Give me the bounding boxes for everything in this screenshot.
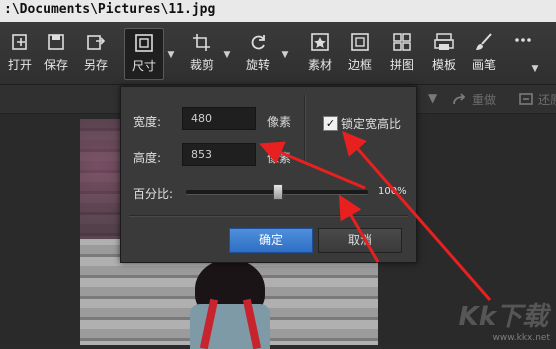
width-unit: 像素: [267, 115, 292, 129]
resize-icon: [135, 34, 153, 52]
watermark-logo: Kk下载: [458, 302, 548, 332]
template-button[interactable]: 模板: [426, 32, 462, 76]
more-icon: [515, 38, 531, 42]
redo-icon: [453, 93, 466, 105]
resize-button[interactable]: 尺寸: [124, 28, 164, 80]
brush-button[interactable]: 画笔: [466, 32, 502, 76]
save-label: 保存: [43, 58, 68, 72]
dialog-divider: [304, 95, 306, 163]
lock-ratio-label: 锁定宽高比: [341, 117, 402, 131]
frame-button[interactable]: 边框: [342, 32, 378, 76]
window-title: :\Documents\Pictures\11.jpg: [4, 2, 216, 17]
percent-slider-thumb[interactable]: [273, 184, 283, 200]
main-toolbar: 打开 保存 另存 尺寸 ▼ 裁剪 ▼ 旋转 ▼ 素材 边框 拼图 模板 画笔 ▼: [0, 22, 556, 85]
save-as-button[interactable]: 另存: [78, 32, 114, 76]
sticker-button[interactable]: 素材: [302, 32, 338, 76]
crop-icon: [193, 34, 210, 51]
collage-icon: [393, 33, 411, 51]
save-button[interactable]: 保存: [38, 32, 74, 76]
resize-label: 尺寸: [131, 59, 156, 73]
title-bar: :\Documents\Pictures\11.jpg: [0, 0, 556, 23]
resize-dialog: 宽度: 480 像素 高度: 853 像素 ✓ 锁定宽高比 百分比: 100% …: [120, 86, 417, 263]
collage-label: 拼图: [389, 58, 414, 72]
undo-dropdown-icon[interactable]: ▼: [428, 91, 437, 105]
template-icon: [434, 33, 454, 50]
template-label: 模板: [431, 58, 456, 72]
save-as-label: 另存: [83, 58, 108, 72]
lock-ratio-checkbox[interactable]: ✓: [323, 116, 338, 131]
crop-dropdown-icon[interactable]: ▼: [222, 50, 232, 60]
open-button[interactable]: 打开: [2, 32, 38, 76]
rotate-dropdown-icon[interactable]: ▼: [280, 50, 290, 60]
open-label: 打开: [7, 58, 32, 72]
save-icon: [48, 34, 64, 50]
collage-button[interactable]: 拼图: [384, 32, 420, 76]
watermark-url: www.kkx.net: [492, 333, 551, 343]
resize-dropdown-icon[interactable]: ▼: [166, 50, 176, 60]
dialog-separator: [129, 215, 408, 217]
open-icon: [12, 34, 27, 50]
restore-icon: [519, 93, 533, 105]
sticker-label: 素材: [307, 58, 332, 72]
frame-icon: [351, 33, 369, 51]
rotate-button[interactable]: 旋转: [240, 32, 276, 76]
rotate-icon: [251, 35, 265, 50]
percent-value: 100%: [378, 186, 407, 197]
brush-icon: [476, 33, 492, 50]
crop-button[interactable]: 裁剪: [184, 32, 220, 76]
frame-label: 边框: [347, 58, 372, 72]
more-dropdown-icon[interactable]: ▼: [530, 64, 540, 74]
rotate-label: 旋转: [245, 58, 270, 72]
ok-button[interactable]: 确定: [229, 228, 313, 253]
width-label: 宽度:: [133, 115, 162, 129]
brush-label: 画笔: [471, 58, 496, 72]
percent-label: 百分比:: [133, 187, 174, 201]
redo-button[interactable]: 重做: [472, 91, 496, 108]
sticker-icon: [311, 33, 329, 51]
height-input[interactable]: 853: [182, 143, 256, 166]
save-as-icon: [87, 35, 106, 50]
restore-button[interactable]: 还原: [538, 91, 556, 108]
crop-label: 裁剪: [189, 58, 214, 72]
width-input[interactable]: 480: [182, 107, 256, 130]
height-unit: 像素: [267, 151, 292, 165]
height-label: 高度:: [133, 151, 162, 165]
cancel-button[interactable]: 取消: [318, 228, 402, 253]
